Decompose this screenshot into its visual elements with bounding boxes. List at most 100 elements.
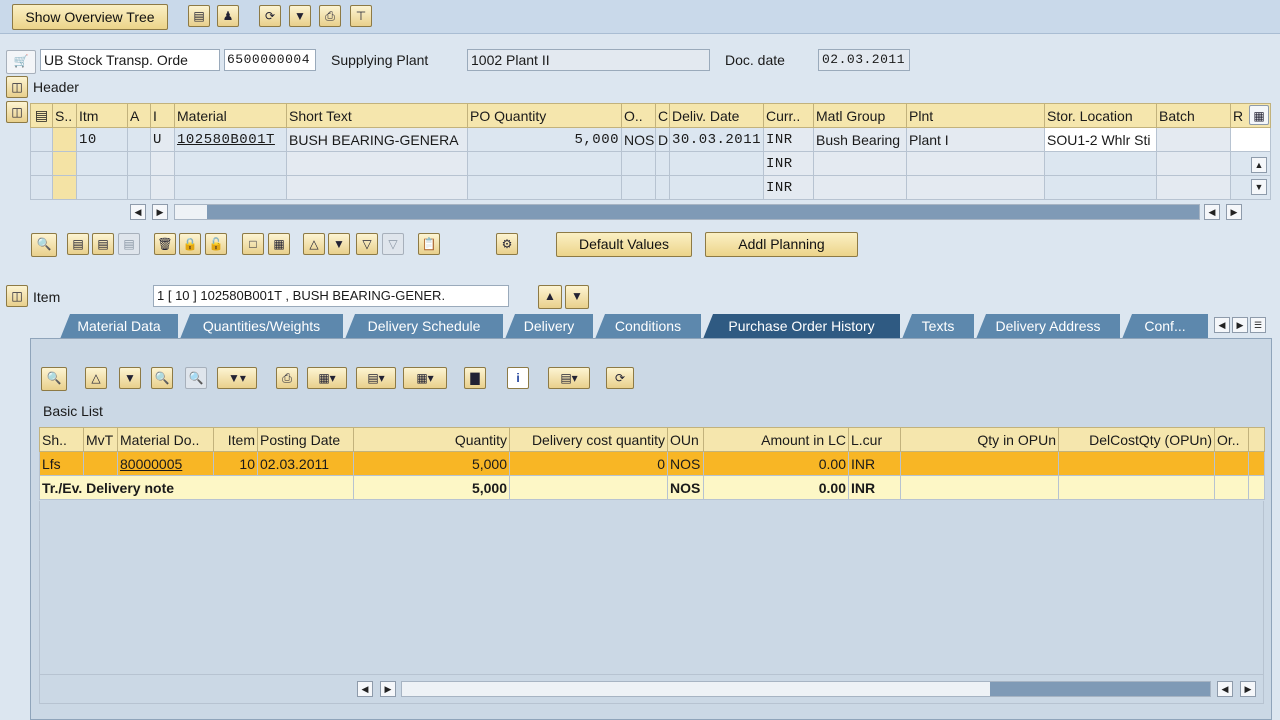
- column-header[interactable]: Or..: [1214, 427, 1249, 452]
- column-header[interactable]: Material: [174, 103, 287, 128]
- column-header[interactable]: OUn: [667, 427, 704, 452]
- cell[interactable]: Plant I: [906, 127, 1045, 152]
- show-overview-tree-button[interactable]: Show Overview Tree: [12, 4, 168, 30]
- scrollbar-thumb[interactable]: [402, 682, 990, 696]
- tab-conf[interactable]: Conf...: [1122, 314, 1208, 339]
- select-block-icon[interactable]: ▦: [268, 233, 290, 255]
- default-values-button[interactable]: Default Values: [556, 232, 692, 257]
- cell[interactable]: 10: [213, 451, 258, 476]
- select-all-icon[interactable]: ▤: [30, 103, 53, 128]
- cell[interactable]: [1044, 151, 1157, 176]
- delete-icon[interactable]: 🗑: [154, 233, 176, 255]
- scroll-left-icon[interactable]: ◀: [357, 681, 373, 697]
- column-header[interactable]: Batch: [1156, 103, 1231, 128]
- cell[interactable]: [621, 151, 656, 176]
- filter-settings-icon[interactable]: ▽: [356, 233, 378, 255]
- column-header[interactable]: Sh..: [39, 427, 84, 452]
- row-selector[interactable]: [30, 127, 53, 152]
- cell[interactable]: [906, 151, 1045, 176]
- lock-icon[interactable]: 🔒: [179, 233, 201, 255]
- status-cell[interactable]: [52, 175, 77, 200]
- export-dropdown-icon[interactable]: ▤▾: [356, 367, 396, 389]
- cell[interactable]: BUSH BEARING-GENERA: [286, 127, 468, 152]
- row-selector[interactable]: [30, 175, 53, 200]
- table-row[interactable]: 10 U 102580B001T BUSH BEARING-GENERA 5,0…: [30, 127, 1271, 152]
- column-header[interactable]: Deliv. Date: [669, 103, 764, 128]
- cell[interactable]: 0: [509, 451, 668, 476]
- tab-purchase-order-history[interactable]: Purchase Order History: [703, 314, 900, 339]
- status-cell[interactable]: [52, 127, 77, 152]
- column-header[interactable]: C: [655, 103, 670, 128]
- column-header[interactable]: Item: [213, 427, 258, 452]
- cell[interactable]: [76, 151, 128, 176]
- tab-quantities-weights[interactable]: Quantities/Weights: [180, 314, 343, 339]
- cell[interactable]: [813, 151, 907, 176]
- tabs-scroll-left-icon[interactable]: ◀: [1214, 317, 1230, 333]
- tab-conditions[interactable]: Conditions: [595, 314, 701, 339]
- cell[interactable]: [621, 175, 656, 200]
- scroll-down-icon[interactable]: ▼: [1251, 179, 1267, 195]
- scroll-right-icon[interactable]: ▶: [152, 204, 168, 220]
- cell[interactable]: [150, 151, 175, 176]
- tabs-list-icon[interactable]: ☰: [1250, 317, 1266, 333]
- print-icon[interactable]: ⎙: [319, 5, 341, 27]
- collapse-item-icon[interactable]: ◫: [6, 285, 28, 307]
- cell[interactable]: [83, 451, 118, 476]
- tabs-scroll-right-icon[interactable]: ▶: [1232, 317, 1248, 333]
- item-cell[interactable]: 10: [76, 127, 128, 152]
- sort-descending-icon[interactable]: ▼: [119, 367, 141, 389]
- refresh-icon[interactable]: ⟳: [259, 5, 281, 27]
- item-selector[interactable]: 1 [ 10 ] 102580B001T , BUSH BEARING-GENE…: [153, 285, 509, 307]
- cell[interactable]: [1214, 451, 1249, 476]
- cell[interactable]: [286, 175, 468, 200]
- cell[interactable]: [655, 151, 670, 176]
- table-row[interactable]: INR: [30, 151, 1271, 176]
- tab-material-data[interactable]: Material Data: [60, 314, 178, 339]
- column-header[interactable]: Itm: [76, 103, 128, 128]
- layout-dropdown-icon[interactable]: ▦▾: [403, 367, 447, 389]
- material-link[interactable]: 102580B001T: [174, 127, 287, 152]
- cell[interactable]: INR: [763, 175, 814, 200]
- cell[interactable]: D: [655, 127, 670, 152]
- scrollbar-thumb[interactable]: [175, 205, 207, 219]
- sort-ascending-icon[interactable]: △: [85, 367, 107, 389]
- insert-row-icon[interactable]: ▤: [67, 233, 89, 255]
- tab-delivery-address[interactable]: Delivery Address: [976, 314, 1120, 339]
- cell[interactable]: NOS: [667, 451, 704, 476]
- total-row[interactable]: Tr./Ev. Delivery note 5,000 NOS 0.00 INR: [39, 475, 1265, 500]
- cell[interactable]: [174, 151, 287, 176]
- cell[interactable]: SOU1-2 Whlr Sti: [1044, 127, 1157, 152]
- cell[interactable]: [669, 151, 764, 176]
- copy-row-icon[interactable]: ▤: [92, 233, 114, 255]
- graphic-icon[interactable]: ▇: [464, 367, 486, 389]
- table-row[interactable]: Lfs 80000005 10 02.03.2011 5,000 0 NOS 0…: [39, 451, 1265, 476]
- cell[interactable]: Bush Bearing: [813, 127, 907, 152]
- supplying-plant-field[interactable]: 1002 Plant II: [467, 49, 710, 71]
- cell[interactable]: U: [150, 127, 175, 152]
- column-header[interactable]: Short Text: [286, 103, 468, 128]
- column-header[interactable]: L.cur: [848, 427, 901, 452]
- previous-item-icon[interactable]: ▲: [538, 285, 562, 309]
- cell[interactable]: INR: [763, 151, 814, 176]
- table-row[interactable]: INR: [30, 175, 1271, 200]
- cell[interactable]: [76, 175, 128, 200]
- cell[interactable]: [1058, 451, 1215, 476]
- cell[interactable]: [1156, 127, 1231, 152]
- layout-icon[interactable]: ⊤: [350, 5, 372, 27]
- document-type-field[interactable]: UB Stock Transp. Orde: [40, 49, 220, 71]
- scroll-left-end-icon[interactable]: ◀: [1217, 681, 1233, 697]
- column-header[interactable]: O..: [621, 103, 656, 128]
- scroll-right-end-icon[interactable]: ▶: [1240, 681, 1256, 697]
- doc-date-field[interactable]: 02.03.2011: [818, 49, 910, 71]
- cell[interactable]: 5,000: [467, 127, 622, 152]
- items-horizontal-scrollbar[interactable]: [174, 204, 1200, 220]
- clipboard-icon[interactable]: 📋: [418, 233, 440, 255]
- column-header[interactable]: Qty in OPUn: [900, 427, 1059, 452]
- column-header[interactable]: Curr..: [763, 103, 814, 128]
- tab-delivery[interactable]: Delivery: [505, 314, 593, 339]
- next-item-icon[interactable]: ▼: [565, 285, 589, 309]
- column-header[interactable]: S..: [52, 103, 77, 128]
- cell[interactable]: INR: [763, 127, 814, 152]
- document-icon[interactable]: ▤: [188, 5, 210, 27]
- cell[interactable]: [1156, 151, 1231, 176]
